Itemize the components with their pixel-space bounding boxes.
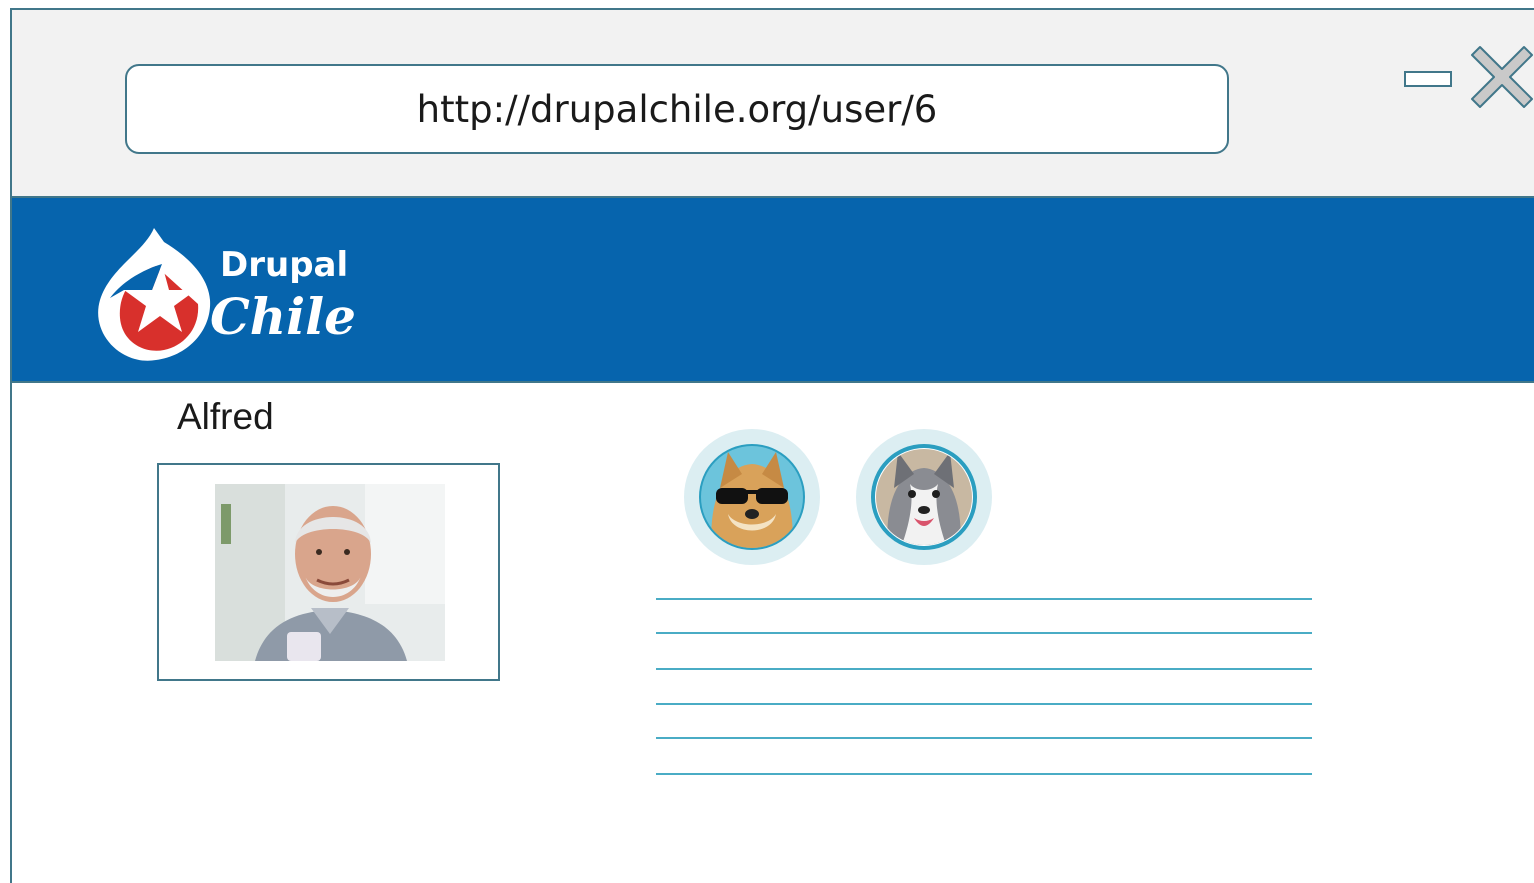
husky-avatar[interactable] [856,429,992,565]
minimize-icon[interactable] [1404,71,1452,87]
profile-name: Alfred [177,396,274,437]
logo-text-chile: Chile [210,287,356,346]
close-icon[interactable] [1470,45,1534,109]
text-line [656,703,1312,705]
url-text: http://drupalchile.org/user/6 [416,87,938,131]
text-line [656,773,1312,775]
text-line [656,737,1312,739]
site-header: Drupal Chile [12,198,1534,383]
user-photo [215,484,445,661]
text-line [656,668,1312,670]
text-line [656,632,1312,634]
doge-sunglasses-avatar[interactable] [684,429,820,565]
address-bar[interactable]: http://drupalchile.org/user/6 [125,64,1229,154]
browser-chrome: http://drupalchile.org/user/6 [12,10,1534,198]
logo-text-drupal: Drupal [220,245,348,285]
text-line [656,598,1312,600]
drupal-chile-logo[interactable]: Drupal Chile [92,218,432,368]
profile-photo-frame [157,463,500,681]
